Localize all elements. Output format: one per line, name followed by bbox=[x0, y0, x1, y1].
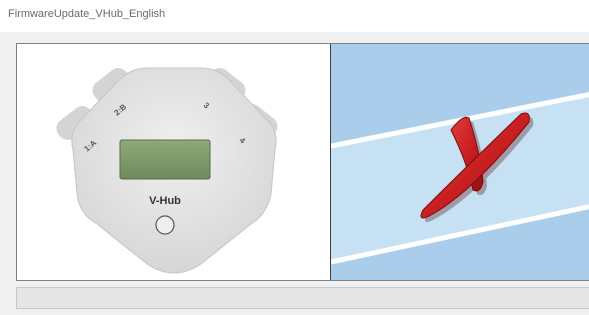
red-x-error-icon bbox=[331, 44, 589, 280]
device-name-label: V-Hub bbox=[149, 195, 181, 207]
window-title: FirmwareUpdate_VHub_English bbox=[8, 8, 166, 20]
firmware-update-window: FirmwareUpdate_VHub_English 1:A 2:B 3 4 … bbox=[0, 0, 589, 315]
status-panel bbox=[331, 44, 589, 280]
status-bar bbox=[16, 287, 589, 309]
device-panel: 1:A 2:B 3 4 V-Hub bbox=[17, 44, 330, 280]
power-button-icon bbox=[155, 215, 175, 235]
content-frame: 1:A 2:B 3 4 V-Hub bbox=[16, 43, 589, 281]
title-bar: FirmwareUpdate_VHub_English bbox=[0, 0, 589, 32]
lcd-screen bbox=[119, 139, 211, 180]
vhub-device-illustration: 1:A 2:B 3 4 V-Hub bbox=[56, 67, 278, 274]
